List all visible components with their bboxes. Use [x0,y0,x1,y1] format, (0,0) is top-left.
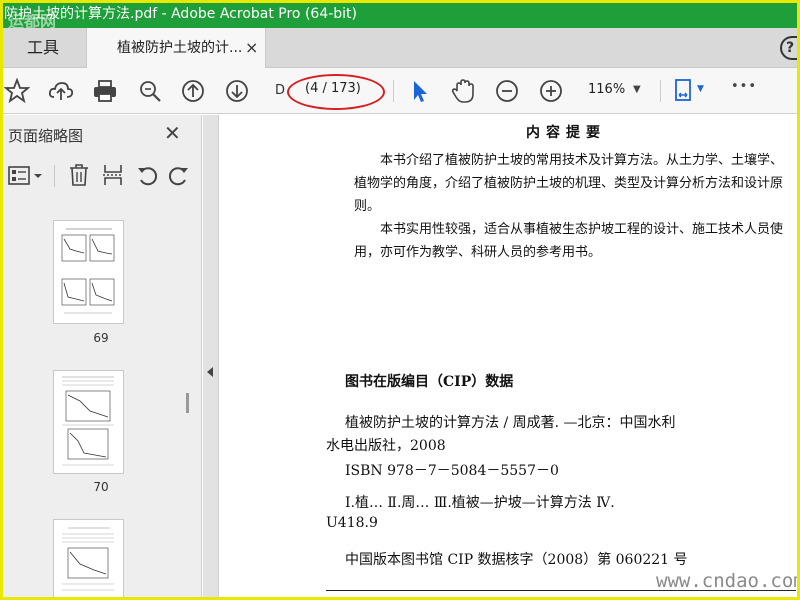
outer-frame [0,0,800,600]
